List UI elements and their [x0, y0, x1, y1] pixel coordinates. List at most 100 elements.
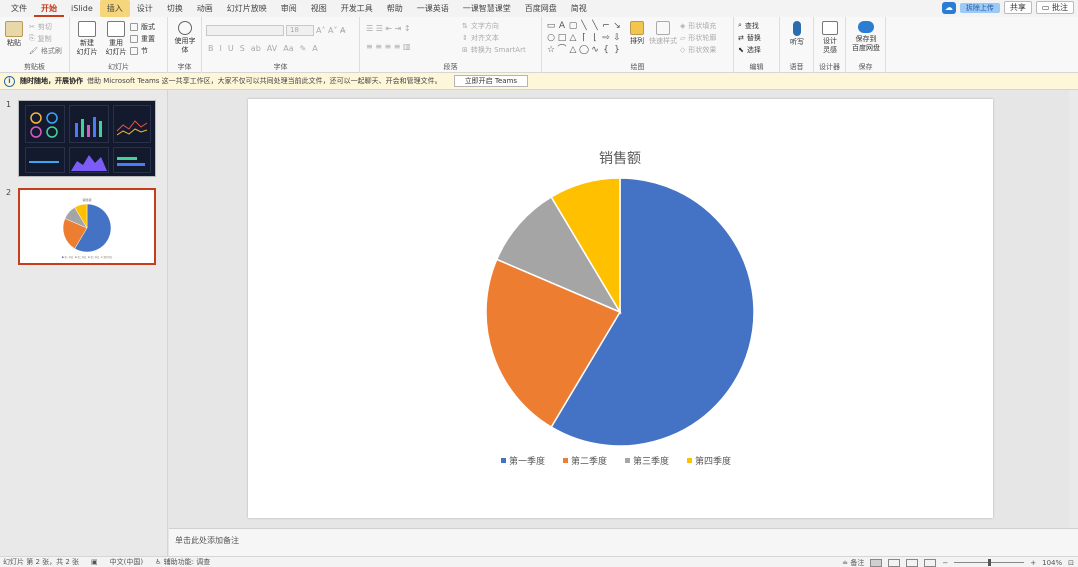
current-slide[interactable]: 销售额 第一季度 第二季度 第三季度 第四季度	[248, 99, 993, 518]
normal-view-icon[interactable]	[870, 558, 883, 567]
notes-toggle[interactable]: ≐ 备注	[842, 558, 864, 567]
shape-icon[interactable]: ⌈	[579, 33, 589, 44]
shape-icon[interactable]: A	[557, 21, 567, 32]
fit-to-window-icon[interactable]: ⊡	[1068, 559, 1074, 567]
shape-icon[interactable]: ⌒	[557, 45, 567, 56]
tab-item[interactable]: 动画	[190, 0, 220, 17]
open-teams-button[interactable]: 立即开启 Teams	[453, 75, 529, 87]
dictate-button[interactable]: 听写	[784, 21, 810, 47]
tab-item[interactable]: 文件	[4, 0, 34, 17]
shape-icon[interactable]: ⌐	[601, 21, 611, 32]
slide-sorter-icon[interactable]	[888, 558, 901, 567]
cut-button[interactable]: ✂ 剪切	[29, 21, 52, 32]
chart-title[interactable]: 销售额	[599, 151, 641, 167]
shape-icon[interactable]: }	[612, 45, 622, 56]
share-button[interactable]: 共享	[1003, 1, 1032, 14]
font-size-buttons[interactable]: A˄ A˅ A̶	[316, 25, 346, 36]
shape-icon[interactable]: ⇨	[601, 33, 611, 44]
shape-icon[interactable]: ∿	[590, 45, 600, 56]
shape-icon[interactable]: ○	[546, 33, 556, 44]
shape-icon[interactable]: ⇩	[612, 33, 622, 44]
find-button[interactable]: ⌕ 查找	[738, 20, 759, 31]
tab-item[interactable]: 开始	[34, 0, 64, 17]
sales-pie-chart[interactable]: 销售额 第一季度 第二季度 第三季度 第四季度	[248, 99, 993, 518]
shape-icon[interactable]: ☆	[546, 45, 556, 56]
shape-outline-button[interactable]: ▱ 形状轮廓	[680, 32, 716, 43]
zoom-slider-thumb[interactable]	[988, 559, 992, 566]
notes-pane[interactable]: 单击此处添加备注	[169, 528, 1078, 556]
reset-button[interactable]: 重置	[130, 33, 155, 44]
layout-button[interactable]: 版式	[130, 21, 155, 32]
baidu-cloud-icon[interactable]: ☁	[941, 1, 956, 14]
font-name-select[interactable]	[206, 25, 284, 36]
reading-view-icon[interactable]	[906, 558, 919, 567]
align-text-button[interactable]: ⇕ 对齐文本	[462, 32, 499, 43]
chart-legend[interactable]: 第一季度 第二季度 第三季度 第四季度	[501, 455, 731, 467]
shape-icon[interactable]: ◯	[579, 45, 589, 56]
list-buttons[interactable]: ☰ ☰ ⇤ ⇥ ↕	[366, 23, 411, 34]
underline-icon[interactable]: U	[228, 44, 234, 53]
arrange-button[interactable]: 排列	[626, 21, 648, 46]
language-indicator[interactable]: 中文(中国)	[110, 557, 143, 567]
section-button[interactable]: 节	[130, 45, 148, 56]
shape-icon[interactable]: ⌊	[590, 33, 600, 44]
upload-tag[interactable]: 拆除上传	[959, 2, 1000, 13]
zoom-out-icon[interactable]: −	[942, 559, 948, 567]
shape-icon[interactable]: △	[568, 45, 578, 56]
tab-item[interactable]: 审阅	[274, 0, 304, 17]
shape-icon[interactable]: ▭	[546, 21, 556, 32]
font-size-select[interactable]: 18	[286, 25, 314, 36]
tab-item[interactable]: 帮助	[380, 0, 410, 17]
shape-icon[interactable]: ▢	[568, 21, 578, 32]
tab-item[interactable]: 一课智慧课堂	[456, 0, 518, 17]
copy-button[interactable]: ⎘ 复制	[29, 33, 52, 44]
italic-icon[interactable]: I	[220, 44, 222, 53]
slide-thumbnail-2[interactable]: 销售额 第一季度 第二季度 第三季度 第四季度	[18, 188, 156, 265]
shape-icon[interactable]: {	[601, 45, 611, 56]
spacing-icon[interactable]: AV	[267, 44, 277, 53]
select-button[interactable]: ⬉ 选择	[738, 44, 761, 55]
bold-icon[interactable]: B	[208, 44, 214, 53]
accessibility-status[interactable]: ♿ 辅助功能: 调查	[155, 557, 210, 567]
shapes-gallery[interactable]: ▭ A ▢ ╲ ╲ ⌐ ↘ ○ □ △ ⌈ ⌊ ⇨ ⇩ ☆ ⌒ △ ◯ ∿{}	[546, 21, 624, 55]
spelling-icon[interactable]: ▣	[91, 558, 98, 566]
shape-icon[interactable]: △	[568, 33, 578, 44]
design-ideas-button[interactable]: 设计 灵感	[817, 21, 843, 55]
font-style-buttons[interactable]: B I U S ab AV Aa ✎ A	[208, 43, 318, 54]
strikethrough-icon[interactable]: ab	[251, 44, 261, 53]
tab-item[interactable]: iSlide	[64, 0, 100, 17]
zoom-in-icon[interactable]: +	[1030, 559, 1036, 567]
highlight-icon[interactable]: ✎	[300, 44, 307, 53]
tab-item[interactable]: 幻灯片放映	[220, 0, 274, 17]
quick-styles-button[interactable]: 快速样式	[648, 21, 678, 46]
shape-icon[interactable]: ╲	[590, 21, 600, 32]
tab-item[interactable]: 一课英语	[410, 0, 456, 17]
tab-item[interactable]: 视图	[304, 0, 334, 17]
tab-item[interactable]: 开发工具	[334, 0, 380, 17]
tab-item[interactable]: 插入	[99, 0, 130, 17]
case-icon[interactable]: Aa	[283, 44, 293, 53]
paste-button[interactable]: 粘贴	[3, 21, 25, 48]
use-font-button[interactable]: 使用字 体	[172, 21, 198, 55]
slide-thumbnail-1[interactable]	[18, 100, 156, 177]
shape-icon[interactable]: ↘	[612, 21, 622, 32]
tab-item[interactable]: 设计	[130, 0, 160, 17]
shadow-icon[interactable]: S	[240, 44, 245, 53]
vertical-scrollbar[interactable]	[1069, 90, 1078, 528]
slideshow-icon[interactable]	[924, 558, 937, 567]
zoom-level[interactable]: 104%	[1042, 559, 1062, 567]
new-slide-button[interactable]: 新建 幻灯片	[74, 21, 100, 57]
save-to-baidu-button[interactable]: 保存到 百度网盘	[848, 21, 884, 53]
tab-item[interactable]: 百度网盘	[518, 0, 564, 17]
tab-item[interactable]: 切换	[160, 0, 190, 17]
replace-button[interactable]: ⇄ 替换	[738, 32, 761, 43]
shape-icon[interactable]: ╲	[579, 21, 589, 32]
shape-effects-button[interactable]: ◇ 形状效果	[680, 44, 716, 55]
shape-fill-button[interactable]: ◈ 形状填充	[680, 20, 716, 31]
format-painter-button[interactable]: 🖌 格式刷	[29, 45, 62, 56]
tab-item[interactable]: 简视	[564, 0, 594, 17]
zoom-slider[interactable]	[954, 559, 1025, 566]
text-direction-button[interactable]: ⇅ 文字方向	[462, 20, 499, 31]
comment-button[interactable]: ▭ 批注	[1035, 1, 1074, 14]
smartart-button[interactable]: ⊞ 转换为 SmartArt	[462, 44, 526, 55]
